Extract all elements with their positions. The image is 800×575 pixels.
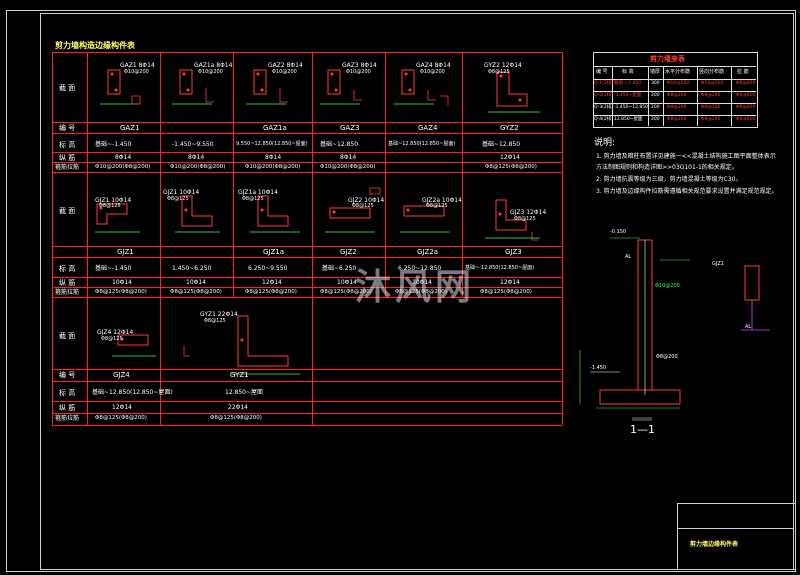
section-mid-label: Φ10@200: [655, 283, 680, 289]
section-top-elev: -0.150: [610, 229, 627, 235]
section-al-label: AL: [625, 254, 632, 260]
section-1-1-drawing: [579, 237, 770, 421]
section-rebar-right: Φ8@200: [656, 354, 678, 360]
titleblock-name: 剪力墙边缘构件表: [690, 541, 739, 548]
section-slab-tag: GJZ1: [712, 261, 724, 267]
title-block: [677, 503, 796, 570]
section-mark: 1—1: [630, 423, 655, 436]
section-al2-label: AL: [745, 324, 752, 330]
section-bottom-label: -1.450: [590, 365, 607, 371]
